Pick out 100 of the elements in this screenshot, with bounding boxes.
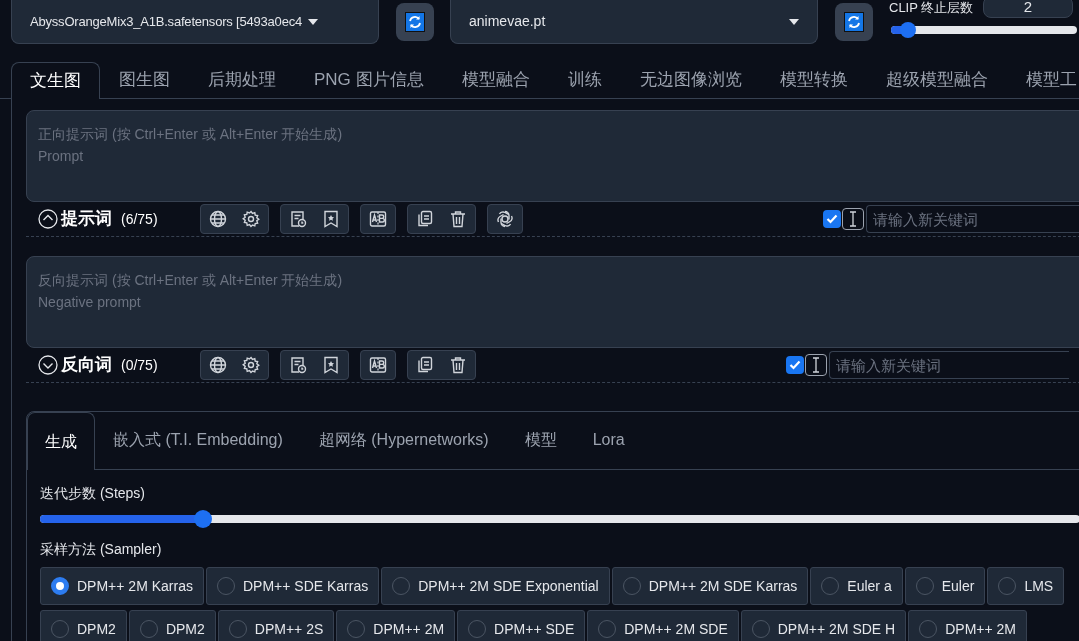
trash-icon: [448, 210, 467, 228]
tab[interactable]: 超网络 (Hypernetworks): [300, 411, 507, 469]
token-count: (6/75): [121, 209, 158, 229]
radio-button[interactable]: [751, 620, 770, 638]
sampler-option[interactable]: DPM++ 2M SDE Exponential: [381, 567, 610, 605]
steps-label: 迭代步数 (Steps): [40, 484, 146, 503]
clip-skip-slider[interactable]: [891, 22, 1077, 38]
tab[interactable]: 模型融合: [442, 61, 549, 98]
keyword-field[interactable]: 请输入新关键词: [829, 351, 1069, 379]
refresh-button[interactable]: [396, 3, 434, 41]
radio-button[interactable]: [139, 620, 158, 638]
text-cursor-icon[interactable]: [805, 354, 827, 376]
radio-button[interactable]: [51, 620, 69, 638]
tab[interactable]: 模型工: [1006, 61, 1079, 98]
sampler-option[interactable]: DPM++ 2S: [217, 610, 335, 641]
globe-button[interactable]: [208, 356, 227, 374]
sampler-option[interactable]: DPM++ 2M SDE Karras: [611, 567, 809, 605]
model-dropdown[interactable]: AbyssOrangeMix3_A1B.safetensors [5493a0ec4: [11, 0, 379, 44]
ab-swap-button[interactable]: [368, 356, 387, 374]
radio-button[interactable]: [919, 620, 938, 638]
knot-button[interactable]: [495, 210, 514, 228]
copy-button[interactable]: [415, 356, 434, 374]
radio-button[interactable]: [347, 620, 366, 638]
ab-swap-button[interactable]: [368, 210, 387, 228]
sampler-option[interactable]: DPM++ 2M: [908, 610, 1028, 641]
copy-button[interactable]: [415, 210, 434, 228]
sampler-option[interactable]: DPM++ SDE: [457, 610, 586, 641]
radio-button[interactable]: [821, 577, 840, 595]
trash-button[interactable]: [448, 210, 467, 228]
document-clock-button[interactable]: [288, 210, 307, 228]
vae-name: animevae.pt: [469, 12, 546, 31]
tab[interactable]: 图生图: [100, 61, 189, 98]
prompt-title: 反向词: [61, 354, 112, 377]
sampler-option[interactable]: DPM++ 2M SDE: [587, 610, 739, 641]
collapse-icon[interactable]: [38, 209, 58, 229]
sampler-option[interactable]: DPM2: [40, 610, 127, 641]
tab[interactable]: 模型转换: [760, 61, 867, 98]
settings-icon: [241, 356, 260, 374]
radio-button[interactable]: [998, 577, 1017, 595]
keyword-field[interactable]: 请输入新关键词: [866, 205, 1079, 233]
prompt-field[interactable]: 正向提示词 (按 Ctrl+Enter 或 Alt+Enter 开始生成) Prompt: [26, 110, 1079, 202]
settings-icon: [241, 210, 260, 228]
settings-button[interactable]: [241, 356, 260, 374]
globe-icon: [208, 210, 227, 228]
caret-icon: [308, 18, 318, 25]
checkbox[interactable]: [823, 210, 841, 228]
sampler-option[interactable]: Euler a: [810, 567, 903, 605]
clip-skip-field[interactable]: 2: [983, 0, 1073, 18]
text-cursor-icon[interactable]: [842, 208, 864, 230]
sampler-option[interactable]: DPM++ SDE Karras: [205, 567, 380, 605]
copy-icon: [415, 356, 434, 374]
copy-icon: [415, 210, 434, 228]
radio-button[interactable]: [598, 620, 617, 638]
sampler-option[interactable]: Euler: [904, 567, 986, 605]
sampler-option[interactable]: DPM++ 2M Karras: [40, 567, 204, 605]
tab[interactable]: PNG 图片信息: [295, 61, 443, 98]
bookmark-star-button[interactable]: [321, 210, 340, 228]
caret-icon: [789, 18, 799, 25]
radio-button[interactable]: [392, 577, 411, 595]
globe-icon: [208, 356, 227, 374]
clip-skip-label: CLIP 终止层数: [889, 0, 974, 16]
radio-button[interactable]: [622, 577, 641, 595]
sampler-option[interactable]: LMS: [987, 567, 1065, 605]
trash-icon: [448, 356, 467, 374]
radio-button[interactable]: [468, 620, 487, 638]
sampler-option[interactable]: DPM++ 2M: [336, 610, 456, 641]
refresh-button[interactable]: [835, 3, 873, 41]
bookmark-star-button[interactable]: [321, 356, 340, 374]
tab[interactable]: 文生图: [11, 62, 100, 99]
radio-button[interactable]: [228, 620, 247, 638]
tab[interactable]: 训练: [548, 61, 621, 98]
radio-button[interactable]: [216, 577, 235, 595]
document-clock-button[interactable]: [288, 356, 307, 374]
radio-button[interactable]: [51, 577, 69, 595]
radio-button[interactable]: [915, 577, 934, 595]
token-count: (0/75): [121, 355, 158, 375]
checkbox[interactable]: [786, 356, 804, 374]
prompt-field[interactable]: 反向提示词 (按 Ctrl+Enter 或 Alt+Enter 开始生成) Negative prompt: [26, 256, 1079, 348]
sampler-option[interactable]: DPM2: [128, 610, 216, 641]
model-name: AbyssOrangeMix3_A1B.safetensors [5493a0ec4: [30, 12, 302, 31]
prompt-title: 提示词: [61, 208, 112, 231]
tab[interactable]: 后期处理: [189, 61, 295, 98]
ab-swap-icon: [368, 356, 387, 374]
trash-button[interactable]: [448, 356, 467, 374]
vae-dropdown[interactable]: animevae.pt: [450, 0, 818, 44]
knot-icon: [495, 210, 514, 228]
tab[interactable]: 嵌入式 (T.I. Embedding): [95, 411, 301, 469]
tab[interactable]: Lora: [574, 411, 643, 469]
globe-button[interactable]: [208, 210, 227, 228]
tab[interactable]: 模型: [506, 411, 575, 469]
steps-slider[interactable]: [40, 510, 1079, 528]
tab[interactable]: 生成: [27, 412, 95, 470]
tab[interactable]: 无边图像浏览: [620, 61, 761, 98]
settings-button[interactable]: [241, 210, 260, 228]
sampler-label: 采样方法 (Sampler): [40, 540, 163, 559]
sampler-option[interactable]: DPM++ 2M SDE H: [740, 610, 907, 641]
slider-thumb[interactable]: [899, 22, 916, 38]
expand-icon[interactable]: [38, 355, 58, 375]
slider-thumb[interactable]: [194, 510, 213, 528]
tab[interactable]: 超级模型融合: [866, 61, 1007, 98]
